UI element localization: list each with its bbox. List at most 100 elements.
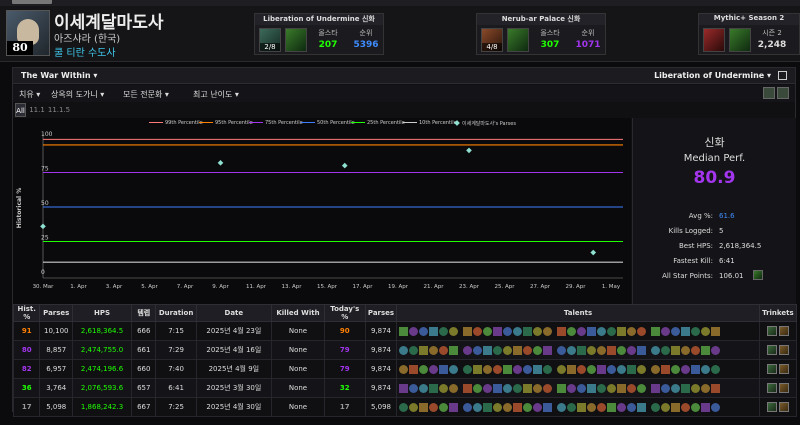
talent-icon[interactable] xyxy=(439,345,449,355)
talent-icon[interactable] xyxy=(483,402,493,412)
talent-icon[interactable] xyxy=(503,364,513,374)
talent-icon[interactable] xyxy=(691,383,701,393)
talent-icon[interactable] xyxy=(429,383,439,393)
column-header[interactable]: Duration xyxy=(155,304,197,322)
talent-icon[interactable] xyxy=(637,326,647,336)
talent-icon[interactable] xyxy=(587,402,597,412)
talent-icon[interactable] xyxy=(577,383,587,393)
talent-icon[interactable] xyxy=(607,402,617,412)
talent-icon[interactable] xyxy=(701,326,711,336)
talent-icon[interactable] xyxy=(399,383,409,393)
filter-boss[interactable]: 상옥의 도가니 ▾ xyxy=(51,89,104,100)
talent-icon[interactable] xyxy=(473,326,483,336)
talent-icon[interactable] xyxy=(651,326,661,336)
talent-icon[interactable] xyxy=(543,364,553,374)
tab-all[interactable]: All xyxy=(15,103,26,117)
character-realm[interactable]: 아즈샤라 (한국) xyxy=(54,30,120,45)
talent-icon[interactable] xyxy=(577,402,587,412)
talent-icon[interactable] xyxy=(483,383,493,393)
talent-icon[interactable] xyxy=(493,364,503,374)
talent-icon[interactable] xyxy=(711,345,721,355)
talent-icon[interactable] xyxy=(701,364,711,374)
talent-icon[interactable] xyxy=(567,345,577,355)
talent-icon[interactable] xyxy=(587,345,597,355)
talent-icon[interactable] xyxy=(587,383,597,393)
column-header[interactable]: Killed With xyxy=(271,304,325,322)
talent-icon[interactable] xyxy=(711,326,721,336)
talent-icon[interactable] xyxy=(543,402,553,412)
talent-icon[interactable] xyxy=(617,383,627,393)
column-header[interactable]: Parses xyxy=(364,304,398,322)
talent-icon[interactable] xyxy=(691,364,701,374)
talent-icon[interactable] xyxy=(681,345,691,355)
talent-icon[interactable] xyxy=(701,402,711,412)
legend-item[interactable]: 99th Percentile xyxy=(149,120,203,126)
table-row[interactable]: 17 5,098 1,868,242.3 667 7:25 2025년 4월 30일 Non… xyxy=(12,397,798,417)
table-row[interactable]: 82 6,957 2,474,196.6 660 7:40 2025년 4월 9일 None… xyxy=(12,359,798,379)
tab-11-1-5[interactable]: 11.1.5 xyxy=(47,103,71,117)
talent-icon[interactable] xyxy=(513,383,523,393)
trinket-icon[interactable] xyxy=(778,402,789,412)
talent-icon[interactable] xyxy=(617,345,627,355)
talent-icon[interactable] xyxy=(567,383,577,393)
talent-icon[interactable] xyxy=(533,326,543,336)
talent-icon[interactable] xyxy=(533,364,543,374)
expansion-dropdown[interactable]: The War Within ▾ xyxy=(21,71,97,80)
table-row[interactable]: 80 8,857 2,474,755.0 661 7:29 2025년 4월 16일 Non… xyxy=(12,340,798,360)
talent-icon[interactable] xyxy=(523,402,533,412)
talent-icon[interactable] xyxy=(473,383,483,393)
talent-icon[interactable] xyxy=(597,326,607,336)
talent-icon[interactable] xyxy=(429,326,439,336)
talent-icon[interactable] xyxy=(493,402,503,412)
talent-icon[interactable] xyxy=(701,383,711,393)
talent-icon[interactable] xyxy=(493,345,503,355)
talent-icon[interactable] xyxy=(607,364,617,374)
talent-icon[interactable] xyxy=(661,345,671,355)
talent-icon[interactable] xyxy=(399,345,409,355)
legend-item[interactable]: 10th Percentile xyxy=(403,120,457,126)
talent-icon[interactable] xyxy=(533,383,543,393)
talent-icon[interactable] xyxy=(557,326,567,336)
talent-icon[interactable] xyxy=(409,364,419,374)
talent-icon[interactable] xyxy=(513,326,523,336)
column-header[interactable]: Date xyxy=(195,304,273,322)
talent-icon[interactable] xyxy=(637,383,647,393)
talent-icon[interactable] xyxy=(439,383,449,393)
talent-icon[interactable] xyxy=(409,383,419,393)
talent-icon[interactable] xyxy=(399,364,409,374)
talent-icon[interactable] xyxy=(637,402,647,412)
talent-icon[interactable] xyxy=(513,402,523,412)
trinket-icon[interactable] xyxy=(778,364,789,374)
talent-icon[interactable] xyxy=(513,364,523,374)
talent-icon[interactable] xyxy=(681,364,691,374)
talent-icon[interactable] xyxy=(671,402,681,412)
talent-icon[interactable] xyxy=(533,345,543,355)
trinket-icon[interactable] xyxy=(778,345,789,355)
trinket-icon[interactable] xyxy=(778,383,789,393)
talent-icon[interactable] xyxy=(567,326,577,336)
talent-icon[interactable] xyxy=(637,345,647,355)
column-header[interactable]: Parses xyxy=(39,304,74,322)
talent-icon[interactable] xyxy=(493,383,503,393)
raid-card-nerubar[interactable]: Nerub-ar Palace 신화 4/8 올스타 307 순위 1071 xyxy=(476,13,606,55)
key-icon[interactable] xyxy=(777,87,789,99)
mythic-plus-card[interactable]: Mythic+ Season 2 시즌 2 2,248 xyxy=(698,13,800,55)
talent-icon[interactable] xyxy=(503,383,513,393)
talent-icon[interactable] xyxy=(419,402,429,412)
talent-icon[interactable] xyxy=(493,326,503,336)
talent-icon[interactable] xyxy=(463,326,473,336)
talent-icon[interactable] xyxy=(661,383,671,393)
legend-item[interactable]: 75th Percentile xyxy=(249,120,303,126)
talent-icon[interactable] xyxy=(523,326,533,336)
talent-icon[interactable] xyxy=(503,326,513,336)
talent-icon[interactable] xyxy=(661,364,671,374)
talent-icon[interactable] xyxy=(671,383,681,393)
talent-icon[interactable] xyxy=(483,326,493,336)
talent-icon[interactable] xyxy=(661,402,671,412)
talent-icon[interactable] xyxy=(681,383,691,393)
talent-icon[interactable] xyxy=(637,364,647,374)
talent-icon[interactable] xyxy=(711,364,721,374)
talent-icon[interactable] xyxy=(681,326,691,336)
talent-icon[interactable] xyxy=(557,402,567,412)
talent-icon[interactable] xyxy=(543,326,553,336)
